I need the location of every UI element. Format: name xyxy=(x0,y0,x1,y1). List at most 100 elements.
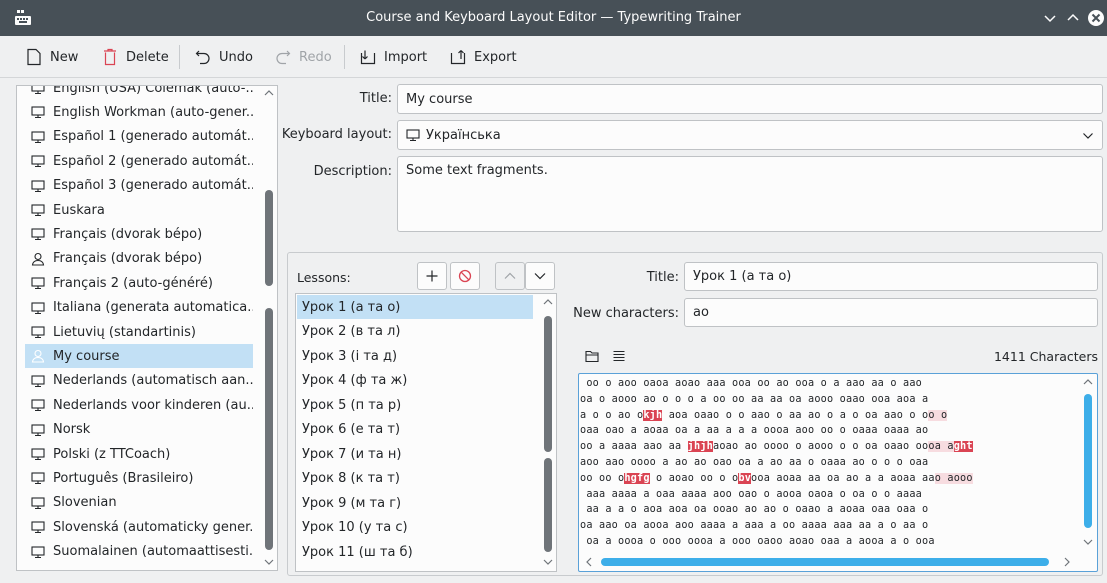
scroll-down-icon[interactable] xyxy=(1083,538,1093,546)
course-list-item[interactable]: Nederlands (automatisch aan... xyxy=(25,369,253,393)
course-list-item[interactable]: Español 2 (generado automát... xyxy=(25,149,253,173)
scroll-right-icon[interactable] xyxy=(1063,557,1071,567)
course-list-item[interactable]: Nederlands voor kinderen (au... xyxy=(25,393,253,417)
scrollbar-thumb[interactable] xyxy=(601,558,1049,566)
keyboard-icon xyxy=(31,448,45,461)
lesson-list-item[interactable]: Урок 1 (а та о) xyxy=(297,295,533,319)
import-button[interactable]: Import xyxy=(360,44,427,70)
export-button[interactable]: Export xyxy=(450,44,517,70)
course-title-field[interactable]: My course xyxy=(397,84,1103,114)
redo-button[interactable]: Redo xyxy=(275,44,332,70)
lesson-list-item[interactable]: Урок 5 (п та р) xyxy=(297,393,533,417)
course-list-item[interactable]: Suomalainen (automaattisesti... xyxy=(25,540,253,564)
minimize-icon[interactable] xyxy=(1040,8,1060,28)
arrow-down-icon xyxy=(534,273,546,280)
new-button[interactable]: New xyxy=(26,44,78,70)
course-list-item[interactable]: Norsk xyxy=(25,418,253,442)
keyboard-icon xyxy=(31,546,45,558)
delete-button[interactable]: Delete xyxy=(102,44,169,70)
lesson-list-item[interactable]: Урок 10 (у та с) xyxy=(297,516,533,540)
keyboard-icon xyxy=(31,472,45,485)
lesson-list-item[interactable]: Урок 3 (і та д) xyxy=(297,344,533,368)
course-list-item[interactable]: My course xyxy=(25,344,253,369)
scroll-down-icon[interactable] xyxy=(543,558,553,566)
lesson-list-item[interactable]: Урок 4 (ф та ж) xyxy=(297,369,533,393)
keyboard-icon xyxy=(406,129,420,142)
import-label: Import xyxy=(384,49,428,65)
open-file-icon[interactable] xyxy=(585,349,599,363)
course-list-item[interactable]: Français 2 (auto-généré) xyxy=(25,271,253,295)
remove-lesson-button[interactable] xyxy=(450,262,480,290)
course-list-item[interactable]: Português (Brasileiro) xyxy=(25,466,253,490)
course-label: Français (dvorak bépo) xyxy=(53,251,203,267)
scroll-up-icon[interactable] xyxy=(264,89,274,97)
lesson-text-editor[interactable]: оо о аоо оаоа аоао ааа ооа оо ао ооа о а… xyxy=(578,373,1098,572)
lesson-list-item[interactable]: Урок 9 (м та г) xyxy=(297,491,533,515)
move-lesson-up-button[interactable] xyxy=(495,262,525,290)
course-list-item[interactable]: Slovenian xyxy=(25,491,253,515)
new-characters-field[interactable]: ао xyxy=(684,298,1098,327)
toolbar-separator xyxy=(344,45,345,69)
course-list-item[interactable]: Türkçe (otomatik oluşturulmuş) xyxy=(25,564,253,571)
text-vertical-scrollbar[interactable] xyxy=(1082,374,1094,552)
lesson-label: Урок 10 (у та с) xyxy=(302,520,408,535)
course-label: Euskara xyxy=(53,202,105,218)
arrow-up-icon xyxy=(504,272,516,279)
text-fragment: оаа оао а аоаа оа а аа а а а оооа аоо оо… xyxy=(580,425,929,437)
course-list-item[interactable]: English Workman (auto-gener... xyxy=(25,100,253,124)
lesson-list-item[interactable]: Урок 2 (в та л) xyxy=(297,320,533,344)
scroll-left-icon[interactable] xyxy=(585,557,593,567)
course-list-item[interactable]: Polski (z TTCoach) xyxy=(25,442,253,466)
scrollbar-track-lower[interactable] xyxy=(544,458,552,552)
course-list-item[interactable]: Lietuvių (standartinis) xyxy=(25,320,253,344)
lesson-list-item[interactable]: Урок 7 (и та н) xyxy=(297,442,533,466)
course-list-item[interactable]: Español 1 (generado automát... xyxy=(25,125,253,149)
course-label: Português (Brasileiro) xyxy=(53,470,194,486)
scroll-down-icon[interactable] xyxy=(264,558,274,566)
undo-icon xyxy=(195,50,210,65)
keyboard-icon xyxy=(31,497,45,509)
course-list-item[interactable]: Français (dvorak bépo) xyxy=(25,222,253,246)
undo-button[interactable]: Undo xyxy=(195,44,253,70)
scroll-up-icon[interactable] xyxy=(1083,378,1093,386)
course-list-scrollbar[interactable] xyxy=(263,86,275,570)
maximize-icon[interactable] xyxy=(1063,8,1083,28)
keyboard-layout-select[interactable]: Українська xyxy=(397,120,1103,150)
lesson-title-field[interactable]: Урок 1 (а та о) xyxy=(684,262,1098,291)
scroll-up-icon[interactable] xyxy=(543,298,553,306)
lesson-list-item[interactable]: Урок 11 (ш та б) xyxy=(297,540,533,564)
lesson-list-item[interactable]: Урок 8 (к та т) xyxy=(297,467,533,491)
keyboard-icon xyxy=(31,277,45,290)
course-label: Français 2 (auto-généré) xyxy=(53,275,213,291)
description-field[interactable]: Some text fragments. xyxy=(397,156,1103,232)
course-list-item[interactable]: Slovenská (automaticky gener... xyxy=(25,515,253,539)
text-horizontal-scrollbar[interactable] xyxy=(579,554,1079,570)
text-fragment: оа аао оа аооа аоо аааа а ааа а оо аааа … xyxy=(580,520,929,532)
lesson-list-scrollbar[interactable] xyxy=(542,294,554,571)
scrollbar-track-lower[interactable] xyxy=(265,308,273,550)
course-label: My course xyxy=(53,348,120,364)
lesson-label: Урок 7 (и та н) xyxy=(302,446,402,462)
scrollbar-thumb[interactable] xyxy=(1084,394,1092,528)
course-list-item[interactable]: Français (dvorak bépo) xyxy=(25,247,253,271)
course-list-item[interactable]: Español 3 (generado automát... xyxy=(25,174,253,198)
delete-label: Delete xyxy=(126,49,169,65)
course-label: Italiana (generata automatica... xyxy=(53,300,253,316)
course-label: English Workman (auto-gener... xyxy=(53,104,253,120)
text-align-icon[interactable] xyxy=(612,349,626,363)
course-list-item[interactable]: English (USA) Colemak (auto-... xyxy=(25,86,253,100)
new-label: New xyxy=(50,49,79,65)
lesson-list[interactable]: Урок 1 (а та о) Урок 2 (в та л) Урок 3 (і … xyxy=(295,293,557,572)
lesson-label: Урок 9 (м та г) xyxy=(302,495,402,511)
move-lesson-down-button[interactable] xyxy=(525,262,555,290)
course-list-item[interactable]: Euskara xyxy=(25,198,253,222)
close-icon[interactable] xyxy=(1086,8,1106,28)
course-list[interactable]: English (USA) Colemak (auto-... English W… xyxy=(16,85,278,571)
scrollbar-thumb[interactable] xyxy=(265,190,273,286)
scrollbar-thumb[interactable] xyxy=(544,316,552,452)
add-lesson-button[interactable] xyxy=(417,262,447,290)
text-fragment: оо а аааа аао аа xyxy=(580,441,688,453)
course-list-item[interactable]: Italiana (generata automatica... xyxy=(25,296,253,320)
new-characters-label: New characters: xyxy=(573,306,679,321)
lesson-list-item[interactable]: Урок 6 (е та т) xyxy=(297,418,533,442)
